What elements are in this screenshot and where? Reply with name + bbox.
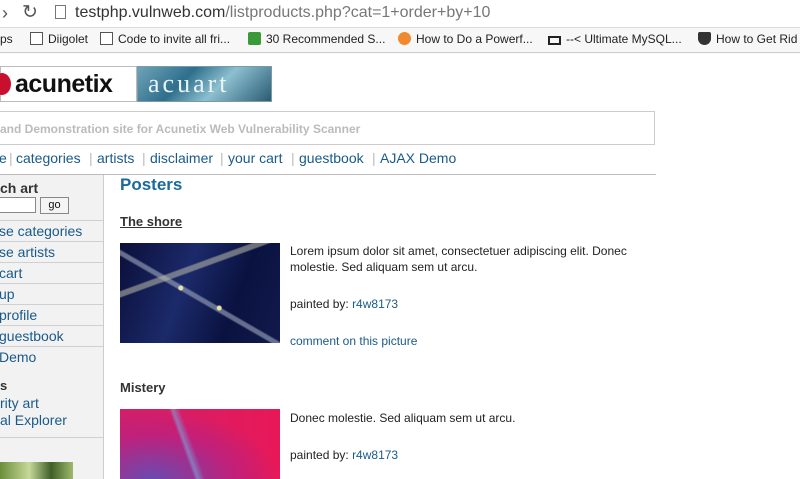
bookmarks-bar: ps Diigolet Code to invite all fri... 30… (0, 28, 800, 53)
sidebar: ch art go se categories se artists cart … (0, 175, 104, 479)
sidebar-item-label: cart (0, 265, 23, 281)
top-nav: e | categories | artists | disclaimer | … (0, 148, 656, 175)
sidebar-item-label: se categories (0, 223, 83, 239)
sidebar-item-categories[interactable]: se categories (0, 220, 103, 242)
computer-icon (548, 36, 561, 45)
site-logo[interactable]: acunetix acuart (0, 66, 272, 102)
painted-by: painted by: r4w8173 (290, 448, 398, 462)
circle-icon (398, 32, 411, 45)
sidebar-item-label: se artists (0, 244, 56, 260)
bookmark-30-recommended[interactable]: 30 Recommended S... (248, 32, 385, 47)
nav-disclaimer[interactable]: disclaimer (150, 149, 213, 167)
browser-chrome: › ↻ testphp.vulnweb.com/listproducts.php… (0, 0, 800, 54)
nav-separator: | (220, 150, 224, 166)
tagline: and Demonstration site for Acunetix Web … (0, 122, 361, 136)
sidebar-divider (0, 437, 103, 438)
sidebar-item-cart[interactable]: cart (0, 262, 103, 284)
product-title-link[interactable]: The shore (120, 214, 182, 229)
product-title-link[interactable]: Mistery (120, 380, 166, 395)
url-host: testphp.vulnweb.com (75, 4, 226, 21)
forward-icon[interactable]: › (2, 3, 8, 23)
bookmark-code-invite[interactable]: Code to invite all fri... (100, 32, 230, 47)
product-image[interactable] (120, 243, 280, 343)
logo-subtext: acuart (148, 69, 230, 98)
tagline-box: and Demonstration site for Acunetix Web … (0, 111, 655, 145)
page-icon (30, 32, 43, 45)
sidebar-item-label: up (0, 286, 15, 302)
bookmark-label: ps (0, 32, 13, 46)
nav-separator: | (89, 150, 93, 166)
link-fractal-explorer[interactable]: al Explorer (0, 412, 67, 428)
bookmark-diigolet[interactable]: Diigolet (30, 32, 88, 47)
nav-ajax-demo[interactable]: AJAX Demo (380, 149, 456, 167)
sidebar-item-signup[interactable]: up (0, 283, 103, 305)
sidebar-item-artists[interactable]: se artists (0, 241, 103, 263)
sidebar-item-label: guestbook (0, 328, 64, 344)
page-icon (55, 5, 66, 19)
nav-separator: | (9, 150, 13, 166)
sidebar-item-ajax-demo[interactable]: Demo (0, 346, 103, 368)
shield-icon (698, 32, 711, 45)
artist-link[interactable]: r4w8173 (352, 448, 398, 462)
links-title: s (0, 378, 8, 393)
link-icon (248, 32, 261, 45)
go-button[interactable]: go (40, 197, 69, 214)
nav-separator: | (291, 150, 295, 166)
nav-artists[interactable]: artists (97, 149, 134, 167)
painted-by-label: painted by: (290, 448, 349, 462)
url-path: /listproducts.php?cat=1+order+by+10 (225, 4, 491, 21)
bookmark-label: 30 Recommended S... (266, 32, 386, 46)
logo-text: acunetix (15, 70, 113, 98)
bookmark-powerful[interactable]: How to Do a Powerf... (398, 32, 533, 47)
bookmark-label: How to Get Rid (716, 32, 798, 46)
artist-link[interactable]: r4w8173 (352, 297, 398, 311)
nav-your-cart[interactable]: your cart (228, 149, 282, 167)
url-text[interactable]: testphp.vulnweb.com/listproducts.php?cat… (75, 3, 490, 23)
sidebar-item-profile[interactable]: profile (0, 304, 103, 326)
search-art-title: ch art (0, 180, 39, 196)
painted-by-label: painted by: (290, 297, 349, 311)
bookmark-label: How to Do a Powerf... (416, 32, 533, 46)
acuart-logo: acuart (137, 66, 272, 102)
acunetix-logo: acunetix (0, 66, 137, 102)
comment-link[interactable]: comment on this picture (290, 334, 417, 348)
sidebar-item-label: profile (0, 307, 38, 323)
address-bar[interactable]: › ↻ testphp.vulnweb.com/listproducts.php… (0, 0, 800, 28)
bookmark-mysql[interactable]: --< Ultimate MySQL... (548, 32, 682, 47)
product-image[interactable] (120, 409, 280, 479)
bookmark-label: Diigolet (48, 32, 89, 46)
page-icon (100, 32, 113, 45)
sidebar-thumbnail (0, 462, 73, 479)
logo-mark-icon (0, 73, 11, 95)
product-description: Donec molestie. Sed aliquam sem ut arcu. (290, 411, 516, 425)
nav-categories[interactable]: categories (16, 149, 81, 167)
bookmark-apps[interactable]: ps (0, 32, 13, 47)
product-description: Lorem ipsum dolor sit amet, consectetuer… (290, 244, 627, 274)
link-security-art[interactable]: rity art (0, 395, 39, 411)
page-title: Posters (120, 175, 183, 194)
nav-home[interactable]: e (0, 149, 7, 167)
nav-separator: | (142, 150, 146, 166)
nav-separator: | (372, 150, 376, 166)
reload-icon[interactable]: ↻ (22, 2, 38, 24)
sidebar-item-label: Demo (0, 349, 37, 365)
sidebar-item-guestbook[interactable]: guestbook (0, 325, 103, 347)
bookmark-get-rid[interactable]: How to Get Rid (698, 32, 797, 47)
nav-guestbook[interactable]: guestbook (299, 149, 364, 167)
bookmark-label: --< Ultimate MySQL... (566, 32, 682, 46)
search-input[interactable] (0, 197, 36, 213)
painted-by: painted by: r4w8173 (290, 297, 398, 311)
bookmark-label: Code to invite all fri... (118, 32, 231, 46)
